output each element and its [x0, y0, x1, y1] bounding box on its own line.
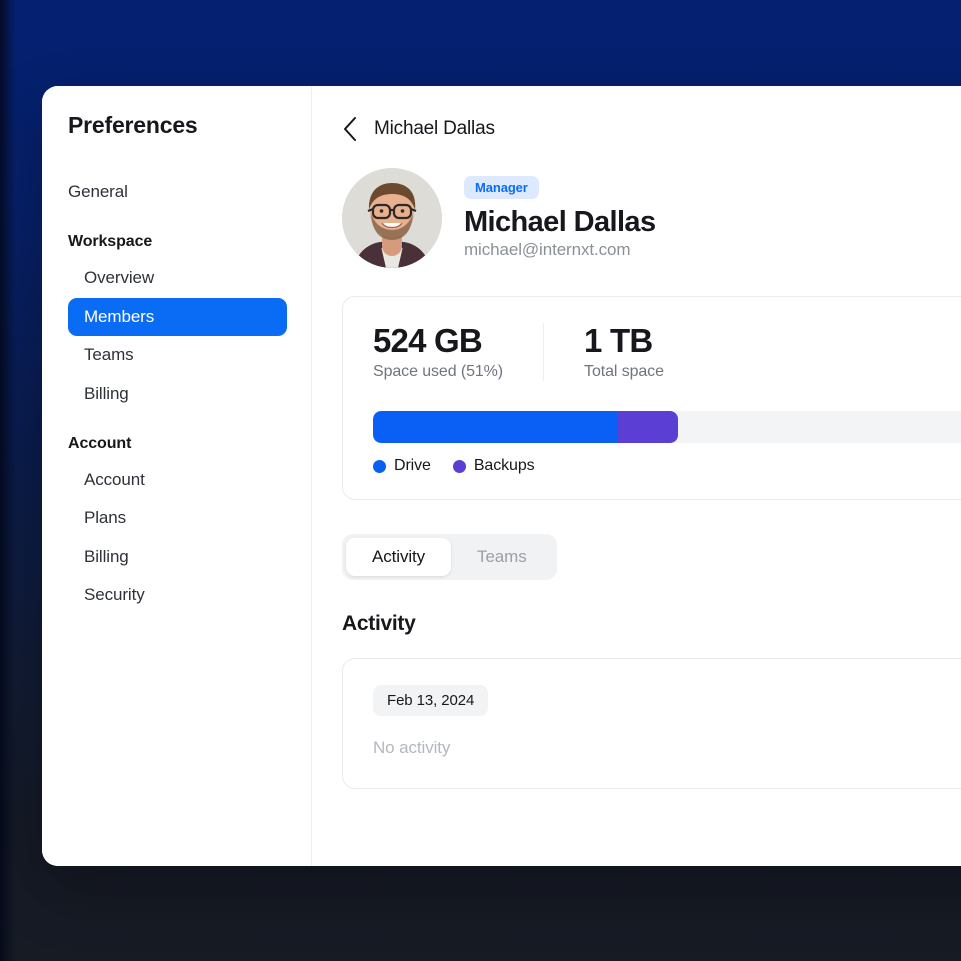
- member-profile: Manager Michael Dallas michael@internxt.…: [342, 168, 961, 268]
- preferences-window: Preferences General Workspace Overview M…: [42, 86, 961, 866]
- sidebar-item-teams[interactable]: Teams: [68, 336, 291, 374]
- avatar: [342, 168, 442, 268]
- activity-empty-state: No activity: [373, 738, 451, 758]
- legend-item-backups: Backups: [452, 457, 535, 475]
- space-used-value: 524 GB: [373, 322, 483, 359]
- legend-label-backups: Backups: [473, 457, 535, 475]
- sidebar-item-account[interactable]: Account: [68, 461, 291, 499]
- profile-name: Michael Dallas: [464, 206, 656, 239]
- legend-item-drive: Drive: [373, 457, 431, 475]
- sidebar-item-general[interactable]: General: [68, 173, 291, 211]
- activity-section-title: Activity: [342, 612, 416, 636]
- member-detail-panel: Michael Dallas Manager Michael Dallas mi…: [312, 86, 961, 866]
- total-space-value: 1 TB: [584, 322, 653, 359]
- page-title: Preferences: [68, 112, 198, 138]
- total-space-label: Total space: [584, 363, 664, 381]
- legend-dot-drive: [373, 459, 386, 473]
- sidebar-item-members[interactable]: Members: [68, 297, 287, 337]
- legend-label-drive: Drive: [394, 457, 431, 475]
- stat-total-space: 1 TB Total space: [543, 322, 704, 382]
- tab-teams[interactable]: Teams: [451, 538, 553, 576]
- activity-card: Feb 13, 2024 No activity: [342, 658, 961, 790]
- preferences-sidebar: Preferences General Workspace Overview M…: [42, 86, 312, 866]
- sidebar-group-account: Account: [68, 434, 132, 452]
- storage-card: 524 GB Space used (51%) 1 TB Total space…: [342, 296, 961, 501]
- progress-segment-drive: [373, 411, 619, 444]
- stat-space-used: 524 GB Space used (51%): [373, 322, 543, 381]
- storage-stats-row: 524 GB Space used (51%) 1 TB Total space: [373, 322, 961, 382]
- storage-progress-bar: [373, 411, 961, 444]
- role-badge: Manager: [464, 176, 539, 200]
- detail-tabs: Activity Teams: [342, 534, 557, 581]
- backdrop-left-shade: [0, 0, 16, 961]
- sidebar-item-billing-account[interactable]: Billing: [68, 538, 291, 576]
- sidebar-item-security[interactable]: Security: [68, 576, 291, 614]
- activity-date-chip: Feb 13, 2024: [373, 685, 489, 717]
- chevron-left-icon: [344, 117, 356, 141]
- back-button[interactable]: [342, 116, 358, 142]
- topbar-title: Michael Dallas: [374, 118, 495, 139]
- profile-email: michael@internxt.com: [464, 239, 631, 259]
- sidebar-item-billing-workspace[interactable]: Billing: [68, 375, 291, 413]
- storage-legend: Drive Backups: [373, 457, 961, 475]
- sidebar-item-plans[interactable]: Plans: [68, 499, 291, 537]
- sidebar-item-overview[interactable]: Overview: [68, 259, 291, 297]
- sidebar-group-workspace: Workspace: [68, 233, 153, 251]
- tab-activity[interactable]: Activity: [346, 538, 452, 577]
- space-used-label: Space used (51%): [373, 363, 504, 381]
- profile-meta: Manager Michael Dallas michael@internxt.…: [464, 176, 656, 259]
- progress-segment-backups: [618, 411, 678, 444]
- member-topbar: Michael Dallas: [342, 110, 961, 148]
- legend-dot-backups: [452, 459, 466, 473]
- avatar-photo: [342, 168, 442, 268]
